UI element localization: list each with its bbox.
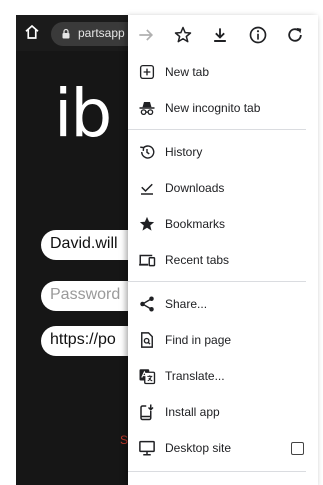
menu-toolbar bbox=[128, 15, 318, 55]
menu-item-find-in-page[interactable]: Find in page bbox=[128, 323, 318, 359]
menu-item-label: Recent tabs bbox=[165, 253, 230, 267]
star-icon[interactable] bbox=[173, 25, 193, 45]
menu-item-translate[interactable]: Translate... bbox=[128, 359, 318, 395]
username-value: David.will bbox=[50, 235, 118, 252]
site-logo: ib bbox=[54, 75, 112, 152]
recent-tabs-icon bbox=[139, 254, 156, 267]
menu-item-share[interactable]: Share... bbox=[128, 287, 318, 323]
server-url-value: https://po bbox=[50, 331, 116, 348]
menu-item-label: Translate... bbox=[165, 369, 225, 383]
menu-item-new-incognito-tab[interactable]: New incognito tab bbox=[128, 91, 318, 127]
menu-item-install-app[interactable]: Install app bbox=[128, 395, 318, 431]
menu-item-label: Downloads bbox=[165, 181, 225, 195]
url-text: partsapp bbox=[78, 26, 125, 40]
incognito-icon bbox=[139, 102, 155, 116]
menu-item-label: New incognito tab bbox=[165, 101, 261, 115]
menu-divider bbox=[128, 129, 306, 130]
downloads-icon bbox=[141, 183, 153, 195]
menu-item-history[interactable]: History bbox=[128, 135, 318, 171]
menu-item-label: Desktop site bbox=[165, 441, 232, 455]
partial-red-text: S bbox=[120, 433, 129, 447]
menu-item-bookmarks[interactable]: Bookmarks bbox=[128, 207, 318, 243]
menu-item-label: Find in page bbox=[165, 333, 232, 347]
menu-item-desktop-site[interactable]: Desktop site bbox=[128, 431, 318, 467]
translate-icon bbox=[139, 369, 156, 385]
reload-icon[interactable] bbox=[285, 25, 305, 45]
menu-item-label: Bookmarks bbox=[165, 217, 226, 231]
menu-divider bbox=[128, 471, 306, 472]
info-icon[interactable] bbox=[248, 25, 268, 45]
menu-item-new-tab[interactable]: New tab bbox=[128, 55, 318, 91]
lock-icon bbox=[62, 28, 70, 39]
download-icon[interactable] bbox=[210, 25, 230, 45]
desktop-site-icon bbox=[139, 440, 155, 456]
home-icon[interactable] bbox=[23, 23, 41, 41]
menu-item-recent-tabs[interactable]: Recent tabs bbox=[128, 243, 318, 279]
menu-item-label: Install app bbox=[165, 405, 220, 419]
bookmark-star-icon bbox=[139, 216, 155, 231]
overflow-menu: New tab New incognito tab History Downlo… bbox=[128, 15, 318, 485]
new-tab-icon bbox=[139, 64, 155, 80]
desktop-site-checkbox[interactable] bbox=[291, 442, 304, 455]
menu-item-label: Share... bbox=[165, 297, 208, 311]
menu-divider bbox=[128, 281, 306, 282]
password-placeholder: Password bbox=[50, 286, 121, 303]
share-icon bbox=[140, 296, 154, 312]
find-in-page-icon bbox=[141, 332, 153, 348]
menu-item-downloads[interactable]: Downloads bbox=[128, 171, 318, 207]
menu-item-label: New tab bbox=[165, 65, 210, 79]
menu-item-label: History bbox=[165, 145, 203, 159]
history-icon bbox=[140, 145, 155, 159]
install-app-icon bbox=[140, 404, 155, 421]
forward-arrow-icon[interactable] bbox=[136, 25, 156, 45]
